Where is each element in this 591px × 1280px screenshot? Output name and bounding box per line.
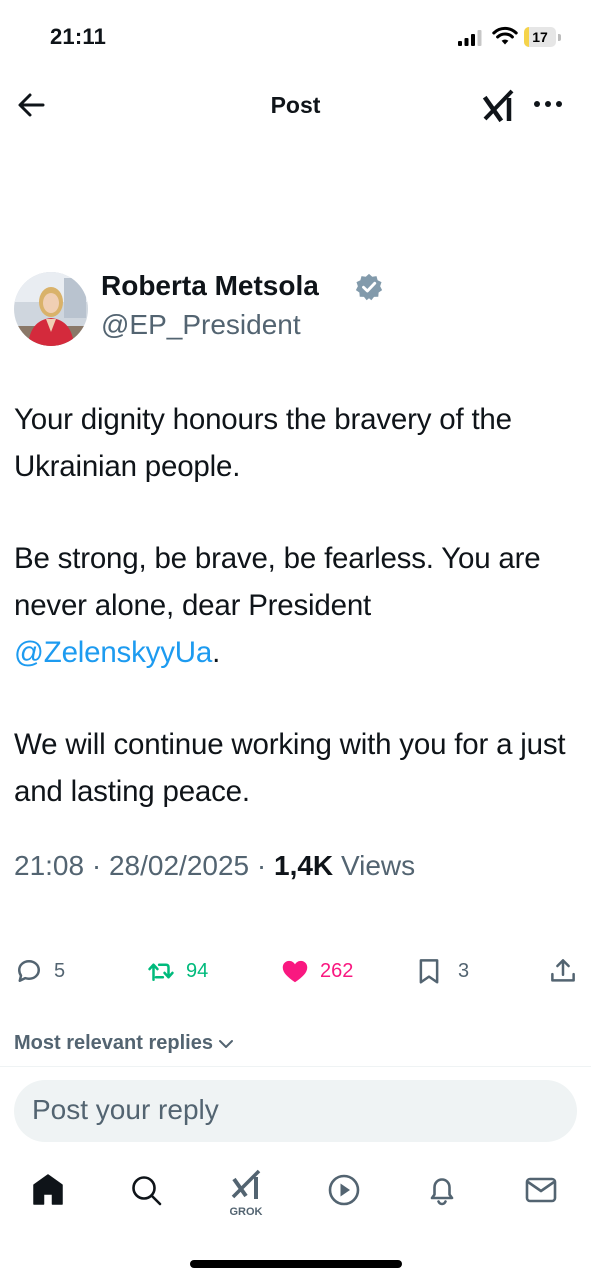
meta-separator: ·	[91, 850, 102, 881]
post-paragraph-2-text: Be strong, be brave, be fearless. You ar…	[14, 542, 541, 622]
post-date: 28/02/2025	[108, 850, 250, 881]
post-time: 21:08	[14, 850, 85, 881]
video-play-icon[interactable]	[324, 1170, 364, 1210]
reply-input[interactable]: Post your reply	[14, 1080, 577, 1142]
author-handle[interactable]: @EP_President	[101, 309, 301, 341]
author-name[interactable]: Roberta Metsola	[101, 270, 319, 302]
chevron-down-icon	[218, 1039, 233, 1048]
views-count[interactable]: 1,4K	[274, 850, 333, 881]
battery-indicator: 17	[524, 27, 562, 47]
mail-icon[interactable]	[521, 1170, 561, 1210]
repost-button[interactable]: 94	[146, 954, 208, 988]
bookmark-button[interactable]: 3	[414, 954, 469, 988]
avatar[interactable]	[14, 272, 88, 346]
mention-link[interactable]: @ZelenskyyUa	[14, 636, 212, 669]
battery-level: 17	[532, 29, 548, 45]
repost-icon	[148, 963, 174, 981]
repost-count: 94	[186, 959, 209, 982]
like-count: 262	[320, 959, 354, 982]
ellipsis-icon[interactable]	[532, 92, 564, 116]
post-text: Your dignity honours the bravery of the …	[14, 396, 579, 860]
verified-badge-icon	[355, 273, 383, 301]
status-time: 21:11	[50, 24, 107, 49]
reply-placeholder: Post your reply	[32, 1094, 219, 1125]
share-icon	[551, 959, 575, 982]
home-icon[interactable]	[28, 1170, 68, 1210]
reply-button[interactable]: 5	[14, 954, 65, 988]
grok-icon	[231, 1169, 261, 1199]
reply-icon	[18, 960, 40, 982]
heart-icon	[282, 960, 308, 983]
post-paragraph-2-end: .	[212, 636, 221, 669]
like-button[interactable]: 262	[280, 954, 353, 988]
wifi-icon	[492, 26, 518, 45]
post-paragraph-1: Your dignity honours the bravery of the …	[14, 403, 512, 483]
bookmark-icon	[419, 959, 439, 984]
bell-icon[interactable]	[422, 1170, 462, 1210]
tab-grok-label: GROK	[229, 1206, 263, 1218]
post-paragraph-3: We will continue working with you for a …	[14, 728, 566, 808]
post-meta: 21:08 · 28/02/2025 · 1,4K Views	[14, 850, 415, 882]
search-icon[interactable]	[126, 1170, 166, 1210]
post-paragraph-2: Be strong, be brave, be fearless. You ar…	[14, 535, 579, 676]
cellular-signal-icon	[458, 30, 482, 46]
bookmark-count: 3	[458, 959, 470, 982]
divider	[0, 1066, 591, 1067]
share-button[interactable]	[548, 954, 578, 988]
tab-grok[interactable]: GROK	[226, 1164, 266, 1218]
replies-sort-dropdown[interactable]: Most relevant replies	[14, 1032, 235, 1055]
grok-icon[interactable]	[480, 86, 518, 124]
meta-separator: ·	[256, 850, 267, 881]
views-label: Views	[340, 850, 416, 881]
replies-sort-label: Most relevant replies	[14, 1032, 213, 1054]
reply-count: 5	[54, 959, 66, 982]
home-indicator	[190, 1260, 402, 1268]
